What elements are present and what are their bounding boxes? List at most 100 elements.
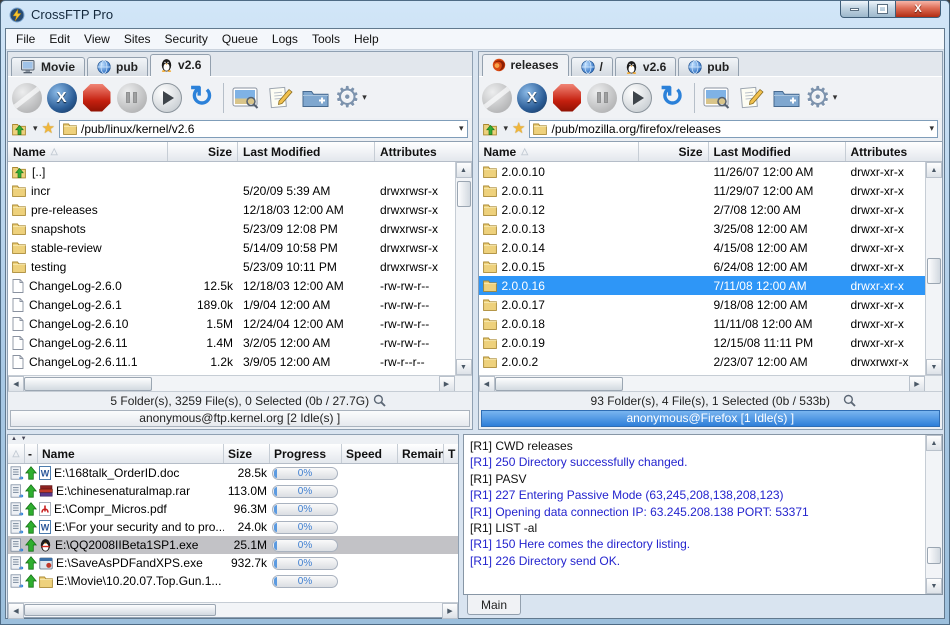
menu-security[interactable]: Security <box>158 30 215 48</box>
file-row-2.0.0.11[interactable]: 2.0.0.1111/29/07 12:00 AMdrwxr-xr-x <box>479 181 926 200</box>
file-row-pre-releases[interactable]: pre-releases12/18/03 12:00 AMdrwxrwsr-x <box>8 200 455 219</box>
scroll-up-button[interactable]: ▲ <box>926 435 942 451</box>
directory-history-caret-icon[interactable]: ▾ <box>33 123 38 134</box>
right-preview-button[interactable] <box>700 80 733 116</box>
parent-directory-button[interactable] <box>483 122 498 136</box>
bookmark-star-icon[interactable]: ★ <box>42 121 55 136</box>
scroll-left-button[interactable]: ◀ <box>8 376 24 392</box>
menu-queue[interactable]: Queue <box>215 30 265 48</box>
column-header-name[interactable]: Name△ <box>8 142 168 161</box>
scrollbar-thumb[interactable] <box>495 377 623 391</box>
queue-row[interactable]: WE:\168talk_OrderID.doc28.5k0% <box>8 464 458 482</box>
scroll-right-button[interactable]: ▶ <box>439 376 455 392</box>
left-edit-button[interactable] <box>264 80 297 116</box>
scroll-down-button[interactable]: ▼ <box>926 359 942 375</box>
right-edit-button[interactable] <box>735 80 768 116</box>
right-connect-button[interactable] <box>481 80 514 116</box>
scroll-right-button[interactable]: ▶ <box>909 376 925 392</box>
scroll-up-button[interactable]: ▲ <box>926 162 942 178</box>
minimize-button[interactable] <box>840 1 869 18</box>
directory-history-caret-icon[interactable]: ▾ <box>504 123 509 134</box>
scrollbar-track[interactable] <box>926 178 942 359</box>
right-start-button[interactable] <box>621 80 654 116</box>
file-row-2.0.0.18[interactable]: 2.0.0.1811/11/08 12:00 AMdrwxr-xr-x <box>479 314 926 333</box>
scroll-left-button[interactable]: ◀ <box>479 376 495 392</box>
queue-row[interactable]: E:\QQ2008IIBeta1SP1.exe25.1M0% <box>8 536 458 554</box>
file-row-testing[interactable]: testing5/23/09 10:11 PMdrwxrwsr-x <box>8 257 455 276</box>
title-bar[interactable]: CrossFTP Pro X <box>1 1 949 28</box>
right-vertical-scrollbar[interactable]: ▲ ▼ <box>925 162 942 375</box>
right_panel-tab-releases[interactable]: releases <box>482 54 569 76</box>
path-dropdown-caret-icon[interactable]: ▾ <box>459 123 464 134</box>
filter-search-icon[interactable] <box>843 394 856 407</box>
left-connection-bar[interactable]: anonymous@ftp.kernel.org [2 Idle(s) ] <box>10 410 470 427</box>
file-row-2.0.0.17[interactable]: 2.0.0.179/18/08 12:00 AMdrwxr-xr-x <box>479 295 926 314</box>
menu-logs[interactable]: Logs <box>265 30 305 48</box>
column-header-attributes[interactable]: Attributes <box>846 142 943 161</box>
menu-help[interactable]: Help <box>347 30 386 48</box>
file-row-2.0.0.16[interactable]: 2.0.0.167/11/08 12:00 AMdrwxr-xr-x <box>479 276 926 295</box>
column-header-modified[interactable]: Last Modified <box>709 142 846 161</box>
right-horizontal-scrollbar[interactable]: ◀ ▶ <box>479 375 943 391</box>
log-tab-main[interactable]: Main <box>467 595 521 615</box>
file-row-2.0.0.15[interactable]: 2.0.0.156/24/08 12:00 AMdrwxr-xr-x <box>479 257 926 276</box>
right-path-input[interactable]: /pub/mozilla.org/firefox/releases ▾ <box>529 120 938 138</box>
left-connect-button[interactable] <box>10 80 43 116</box>
file-row-changelog-2.6.11.1[interactable]: ChangeLog-2.6.11.11.2k3/9/05 12:00 AM-rw… <box>8 352 455 371</box>
left-start-button[interactable] <box>150 80 183 116</box>
column-header-attributes[interactable]: Attributes <box>375 142 472 161</box>
file-row-2.0.0.10[interactable]: 2.0.0.1011/26/07 12:00 AMdrwxr-xr-x <box>479 162 926 181</box>
scroll-left-button[interactable]: ◀ <box>8 603 24 619</box>
right-connection-bar[interactable]: anonymous@Firefox [1 Idle(s) ] <box>481 410 941 427</box>
parent-directory-button[interactable] <box>12 122 27 136</box>
queue-horizontal-scrollbar[interactable]: ◀ ▶ <box>8 602 458 617</box>
queue-row[interactable]: E:\SaveAsPDFandXPS.exe932.7k0% <box>8 554 458 572</box>
left-abort-button[interactable] <box>80 80 113 116</box>
scrollbar-track[interactable] <box>24 376 439 392</box>
column-header-modified[interactable]: Last Modified <box>238 142 375 161</box>
scrollbar-thumb[interactable] <box>24 604 216 616</box>
file-row--..-[interactable]: [..] <box>8 162 455 181</box>
scrollbar-thumb[interactable] <box>24 377 152 391</box>
left-settings-button[interactable]: ⚙▾ <box>334 80 367 116</box>
scrollbar-track[interactable] <box>926 451 942 578</box>
left_panel-tab-v2-6[interactable]: v2.6 <box>150 54 211 76</box>
menu-file[interactable]: File <box>9 30 42 48</box>
left-refresh-button[interactable]: ↻ <box>185 80 218 116</box>
column-header-size[interactable]: Size <box>168 142 238 161</box>
left-horizontal-scrollbar[interactable]: ◀ ▶ <box>8 375 472 391</box>
right_panel-tab-v2-6[interactable]: v2.6 <box>615 57 676 76</box>
file-row-2.0.0.19[interactable]: 2.0.0.1912/15/08 11:11 PMdrwxr-xr-x <box>479 333 926 352</box>
right-refresh-button[interactable]: ↻ <box>656 80 689 116</box>
maximize-button[interactable] <box>869 1 896 18</box>
scrollbar-track[interactable] <box>456 178 472 359</box>
queue-column-size[interactable]: Size <box>224 444 270 463</box>
queue-row[interactable]: E:\Movie\10.20.07.Top.Gun.1...0% <box>8 572 458 590</box>
scrollbar-track[interactable] <box>24 603 442 617</box>
left_panel-tab-pub[interactable]: pub <box>87 57 148 76</box>
queue-column-progress[interactable]: Progress <box>270 444 342 463</box>
path-dropdown-caret-icon[interactable]: ▾ <box>929 123 934 134</box>
queue-row[interactable]: E:\Compr_Micros.pdf96.3M0% <box>8 500 458 518</box>
menu-edit[interactable]: Edit <box>42 30 77 48</box>
menu-tools[interactable]: Tools <box>305 30 347 48</box>
left-vertical-scrollbar[interactable]: ▲ ▼ <box>455 162 472 375</box>
menu-sites[interactable]: Sites <box>117 30 158 48</box>
left_panel-tab-movie[interactable]: Movie <box>11 57 85 76</box>
file-row-changelog-2.6.0[interactable]: ChangeLog-2.6.012.5k12/18/03 12:00 AM-rw… <box>8 276 455 295</box>
right-settings-button[interactable]: ⚙▾ <box>805 80 838 116</box>
right-new-folder-button[interactable] <box>770 80 803 116</box>
scrollbar-thumb[interactable] <box>457 181 471 207</box>
right-disconnect-button[interactable]: X <box>516 80 549 116</box>
splitter-handle[interactable]: ▲ ▼ <box>8 435 458 444</box>
file-row-incr[interactable]: incr5/20/09 5:39 AMdrwxrwsr-x <box>8 181 455 200</box>
left-new-folder-button[interactable] <box>299 80 332 116</box>
queue-column-type[interactable]: T <box>444 444 458 463</box>
left-path-input[interactable]: /pub/linux/kernel/v2.6 ▾ <box>59 120 468 138</box>
file-row-snapshots[interactable]: snapshots5/23/09 12:08 PMdrwxrwsr-x <box>8 219 455 238</box>
scroll-down-button[interactable]: ▼ <box>456 359 472 375</box>
column-header-size[interactable]: Size <box>639 142 709 161</box>
left-preview-button[interactable] <box>229 80 262 116</box>
file-row-changelog-2.6.10[interactable]: ChangeLog-2.6.101.5M12/24/04 12:00 AM-rw… <box>8 314 455 333</box>
file-row-2.0.0.12[interactable]: 2.0.0.122/7/08 12:00 AMdrwxr-xr-x <box>479 200 926 219</box>
